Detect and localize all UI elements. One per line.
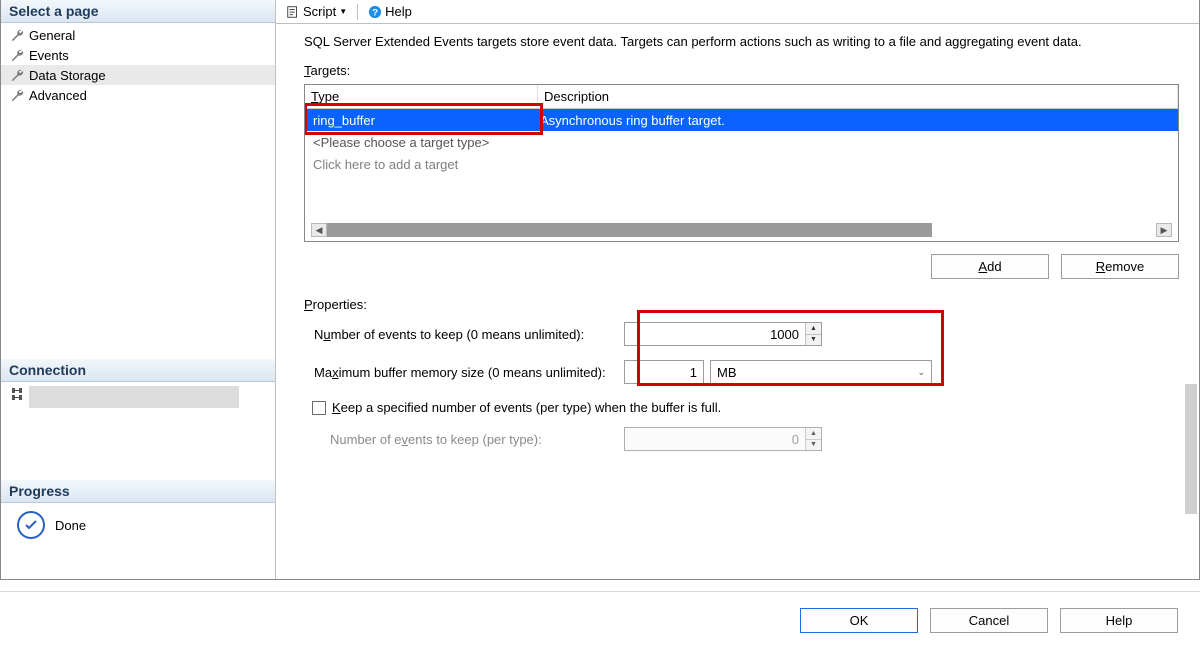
keep-per-type-label: Keep a specified number of events (per t…	[332, 400, 721, 415]
remove-button[interactable]: Remove	[1061, 254, 1179, 279]
spin-up-icon[interactable]: ▲	[806, 323, 821, 335]
dialog-footer: OK Cancel Help	[0, 591, 1200, 649]
events-per-type-input: ▲ ▼	[624, 427, 822, 451]
targets-label: Targets:	[304, 63, 350, 78]
events-to-keep-label: Number of events to keep (0 means unlimi…	[304, 327, 624, 342]
help-icon: ?	[368, 5, 382, 19]
spin-up-icon: ▲	[806, 428, 821, 440]
help-button[interactable]: Help	[1060, 608, 1178, 633]
main-panel: Script ▼ ? Help SQL Server Extended Even…	[276, 0, 1199, 579]
wrench-icon	[9, 27, 25, 43]
progress-header: Progress	[1, 480, 275, 503]
add-button[interactable]: Add	[931, 254, 1049, 279]
connection-info	[29, 386, 239, 408]
sidebar-item-label: Advanced	[29, 88, 87, 103]
events-to-keep-value[interactable]	[625, 323, 805, 345]
events-to-keep-input[interactable]: ▲ ▼	[624, 322, 822, 346]
col-description[interactable]: Description	[538, 85, 1178, 108]
script-label: Script	[303, 4, 336, 19]
description-text: SQL Server Extended Events targets store…	[304, 34, 1179, 49]
wrench-icon	[9, 47, 25, 63]
scroll-left-icon[interactable]: ◀	[311, 223, 327, 237]
sidebar-item-label: General	[29, 28, 75, 43]
cell-desc: Asynchronous ring buffer target.	[538, 113, 1178, 128]
sidebar-item-general[interactable]: General	[1, 25, 275, 45]
sidebar-item-advanced[interactable]: Advanced	[1, 85, 275, 105]
sidebar-item-label: Data Storage	[29, 68, 106, 83]
wrench-icon	[9, 67, 25, 83]
toolbar: Script ▼ ? Help	[276, 0, 1199, 24]
spin-down-icon[interactable]: ▼	[806, 335, 821, 346]
table-row[interactable]: ring_buffer Asynchronous ring buffer tar…	[305, 109, 1178, 131]
chevron-down-icon: ⌄	[917, 367, 925, 378]
placeholder-type: <Please choose a target type>	[305, 135, 497, 150]
table-row-placeholder[interactable]: <Please choose a target type>	[305, 131, 1178, 153]
table-add-hint[interactable]: Click here to add a target	[305, 153, 1178, 175]
buffer-unit-value: MB	[717, 365, 737, 380]
sidebar: Select a page General Events Data Storag…	[1, 0, 276, 579]
page-nav-list: General Events Data Storage Advanced	[1, 23, 275, 107]
sidebar-item-label: Events	[29, 48, 69, 63]
help-button[interactable]: ? Help	[364, 3, 416, 20]
progress-status-text: Done	[55, 518, 86, 533]
ok-button[interactable]: OK	[800, 608, 918, 633]
col-type[interactable]: Type	[305, 85, 538, 108]
buffer-unit-select[interactable]: MB ⌄	[710, 360, 932, 384]
chevron-down-icon: ▼	[339, 7, 347, 16]
sidebar-item-events[interactable]: Events	[1, 45, 275, 65]
sidebar-item-data-storage[interactable]: Data Storage	[1, 65, 275, 85]
max-buffer-input[interactable]	[624, 360, 704, 384]
events-per-type-value	[625, 428, 805, 450]
script-button[interactable]: Script ▼	[282, 3, 351, 20]
keep-per-type-checkbox[interactable]	[312, 401, 326, 415]
check-icon	[17, 511, 45, 539]
svg-text:?: ?	[372, 7, 378, 18]
connection-box	[1, 382, 275, 420]
cell-type: ring_buffer	[305, 113, 538, 128]
help-label: Help	[385, 4, 412, 19]
progress-status-box: Done	[1, 503, 275, 549]
cancel-button[interactable]: Cancel	[930, 608, 1048, 633]
select-page-header: Select a page	[1, 0, 275, 23]
server-icon	[9, 386, 25, 402]
spin-down-icon: ▼	[806, 440, 821, 451]
vertical-scrollbar[interactable]	[1185, 384, 1197, 514]
connection-header: Connection	[1, 359, 275, 382]
events-per-type-label: Number of events to keep (per type):	[304, 432, 624, 447]
properties-label: Properties:	[304, 297, 367, 312]
targets-table: Type Description ring_buffer Asynchronou…	[304, 84, 1179, 242]
script-icon	[286, 5, 300, 19]
scroll-right-icon[interactable]: ▶	[1156, 223, 1172, 237]
wrench-icon	[9, 87, 25, 103]
horizontal-scrollbar[interactable]: ◀ ▶	[311, 223, 1172, 237]
max-buffer-label: Maximum buffer memory size (0 means unli…	[304, 365, 624, 380]
